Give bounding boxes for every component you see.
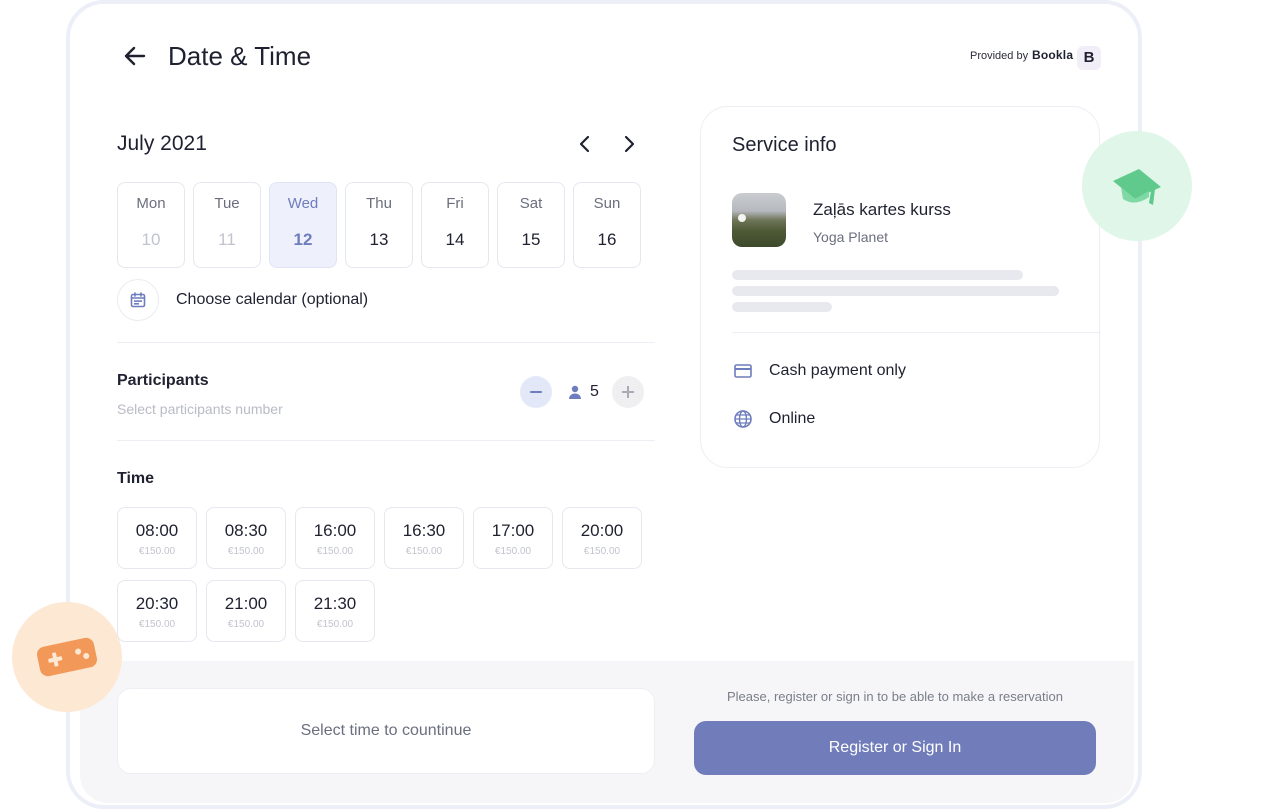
month-label: July 2021 (117, 132, 207, 155)
prev-week-button[interactable] (573, 132, 597, 156)
slot-price: €150.00 (138, 546, 176, 557)
time-slot[interactable]: 16:30 €150.00 (384, 507, 464, 569)
time-slot[interactable]: 20:00 €150.00 (562, 507, 642, 569)
day-number: 15 (521, 230, 541, 249)
day-name: Fri (446, 195, 464, 212)
slot-price: €150.00 (138, 619, 176, 630)
graduation-cap-bubble (1082, 131, 1192, 241)
service-organization: Yoga Planet (813, 229, 888, 245)
day-picker: Mon 10 Tue 11 Wed 12 Thu 13 Fri 14 Sat 1… (117, 182, 641, 268)
person-icon (569, 385, 581, 399)
choose-calendar-button[interactable]: Choose calendar (optional) (117, 279, 368, 321)
service-info-card: Service info Zaļās kartes kurss Yoga Pla… (700, 106, 1101, 468)
divider (117, 440, 655, 441)
day-thu[interactable]: Thu 13 (345, 182, 413, 268)
globe-icon (732, 408, 754, 430)
day-sun[interactable]: Sun 16 (573, 182, 641, 268)
gamepad-bubble (12, 602, 122, 712)
participants-subtitle: Select participants number (117, 401, 283, 417)
participants-title: Participants (117, 372, 209, 389)
choose-calendar-label: Choose calendar (optional) (176, 291, 369, 308)
day-number: 13 (369, 230, 389, 249)
day-tue: Tue 11 (193, 182, 261, 268)
slot-time: 21:00 (224, 594, 268, 613)
day-name: Mon (136, 195, 166, 212)
service-info-title: Service info (732, 134, 837, 156)
day-fri[interactable]: Fri 14 (421, 182, 489, 268)
brand-name: Bookla (1032, 48, 1074, 62)
time-slot[interactable]: 21:30 €150.00 (295, 580, 375, 642)
slot-time: 16:30 (402, 521, 446, 540)
increase-participants-button[interactable] (612, 376, 644, 408)
page-title: Date & Time (168, 41, 312, 71)
next-week-button[interactable] (617, 132, 641, 156)
slot-price: €150.00 (316, 619, 354, 630)
divider (117, 342, 655, 343)
gamepad-icon (37, 637, 97, 677)
day-name: Thu (366, 195, 392, 212)
service-thumbnail (732, 193, 786, 247)
time-slot[interactable]: 21:00 €150.00 (206, 580, 286, 642)
time-slot[interactable]: 16:00 €150.00 (295, 507, 375, 569)
day-number: 14 (445, 230, 465, 249)
day-name: Sun (593, 195, 621, 212)
participants-count: 5 (590, 383, 599, 400)
payment-label: Cash payment only (769, 362, 906, 379)
day-name: Sat (519, 195, 543, 212)
slot-price: €150.00 (405, 546, 443, 557)
chevron-right-icon (624, 135, 635, 153)
slot-price: €150.00 (227, 619, 265, 630)
slot-time: 20:30 (135, 594, 179, 613)
calendar-icon-wrap (117, 279, 159, 321)
graduation-cap-icon (1113, 169, 1161, 205)
slot-price: €150.00 (316, 546, 354, 557)
back-button[interactable] (121, 42, 149, 70)
slot-price: €150.00 (494, 546, 532, 557)
booking-window: Date & Time Provided by Bookla B July 20… (66, 0, 1142, 809)
chevron-left-icon (579, 135, 590, 153)
time-slot[interactable]: 08:30 €150.00 (206, 507, 286, 569)
payment-row: Cash payment only (732, 360, 906, 382)
slot-time: 17:00 (491, 521, 535, 540)
footer-bar: Select time to countinue Please, registe… (80, 661, 1134, 803)
day-number: 12 (293, 230, 313, 249)
arrow-left-icon (124, 46, 146, 66)
service-name: Zaļās kartes kurss (813, 200, 951, 219)
divider (732, 332, 1101, 333)
day-number: 11 (218, 230, 236, 249)
skeleton-line (732, 302, 832, 312)
time-slot[interactable]: 17:00 €150.00 (473, 507, 553, 569)
select-time-placeholder: Select time to countinue (117, 688, 655, 774)
slot-time: 08:00 (135, 521, 179, 540)
register-note: Please, register or sign in to be able t… (726, 689, 1063, 704)
time-slot[interactable]: 20:30 €150.00 (117, 580, 197, 642)
slot-time: 20:00 (580, 521, 624, 540)
credit-card-icon (732, 360, 754, 382)
day-sat[interactable]: Sat 15 (497, 182, 565, 268)
slot-price: €150.00 (227, 546, 265, 557)
day-number: 10 (141, 230, 161, 249)
slot-price: €150.00 (583, 546, 621, 557)
time-slot[interactable]: 08:00 €150.00 (117, 507, 197, 569)
register-or-sign-in-button[interactable]: Register or Sign In (694, 721, 1096, 775)
day-name: Tue (214, 195, 240, 212)
day-mon: Mon 10 (117, 182, 185, 268)
provided-by-label: Provided by (970, 50, 1029, 62)
slot-time: 16:00 (313, 521, 357, 540)
day-name: Wed (287, 195, 319, 212)
slot-time: 08:30 (224, 521, 268, 540)
day-number: 16 (597, 230, 617, 249)
decrease-participants-button[interactable] (520, 376, 552, 408)
day-wed[interactable]: Wed 12 (269, 182, 337, 268)
skeleton-line (732, 286, 1059, 296)
location-row: Online (732, 408, 815, 430)
calendar-icon (130, 292, 146, 308)
brand-logo: B (1077, 46, 1101, 70)
time-slots: 08:00 €150.00 08:30 €150.00 16:00 €150.0… (117, 507, 657, 642)
location-label: Online (769, 410, 816, 427)
slot-time: 21:30 (313, 594, 357, 613)
time-title: Time (117, 470, 155, 487)
skeleton-line (732, 270, 1023, 280)
